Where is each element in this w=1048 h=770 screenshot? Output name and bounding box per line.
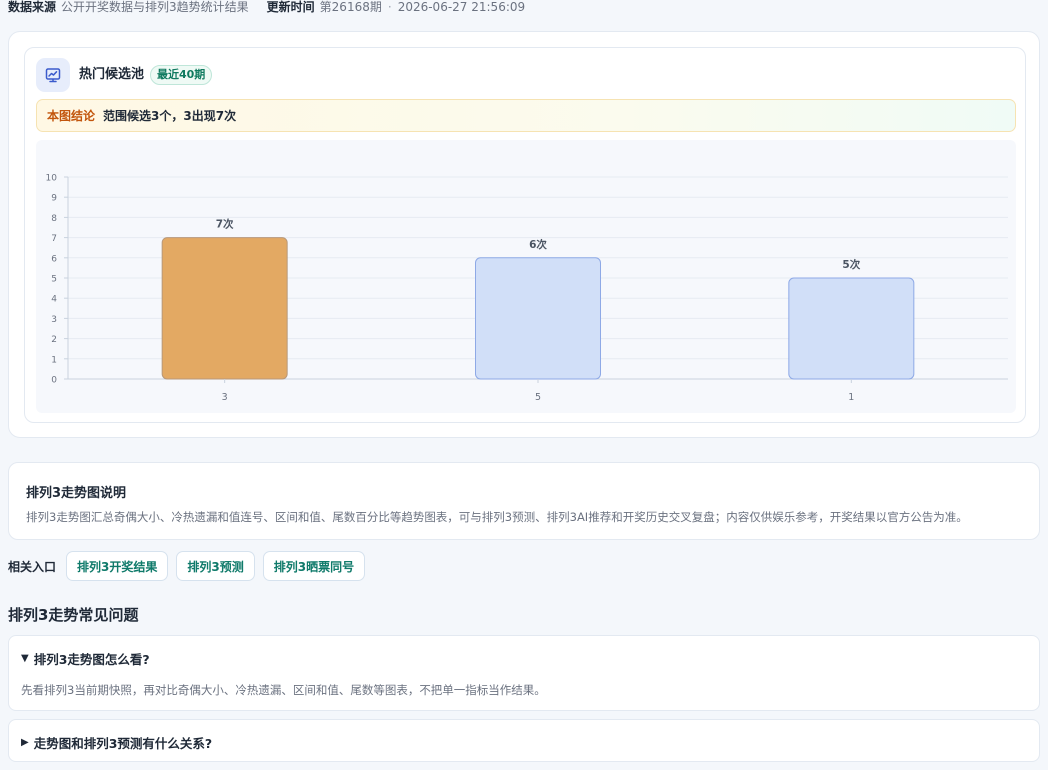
bar-5 <box>475 257 601 380</box>
faq-question[interactable]: ▶ 走势图和排列3预测有什么关系? <box>21 733 212 752</box>
bar-1 <box>788 277 915 380</box>
hot-pool-card: 热门候选池 最近40期 本图结论 范围候选3个，3出现7次 0 1 2 3 4 5 6 7 8 9… <box>24 47 1026 423</box>
issue-number: 第26168期 <box>319 0 382 14</box>
y-tick-label: 0 <box>51 376 57 386</box>
conclusion-text: 范围候选3个，3出现7次 <box>103 109 237 123</box>
x-tick-label: 3 <box>222 392 228 403</box>
faq-question-text: 排列3走势图怎么看? <box>33 652 150 667</box>
hot-pool-bar-chart: 0 1 2 3 4 5 6 7 8 9 10 7次 3 6次 5 5次 1 <box>36 140 1016 413</box>
x-tick-label: 5 <box>535 392 541 403</box>
y-tick-label: 1 <box>51 355 57 365</box>
y-tick-label: 5 <box>51 275 57 285</box>
y-tick-label: 2 <box>51 335 57 345</box>
chart-conclusion: 本图结论 范围候选3个，3出现7次 <box>36 99 1016 132</box>
hot-pool-title: 热门候选池 <box>79 67 145 82</box>
link-draw-results[interactable]: 排列3开奖结果 <box>66 551 169 581</box>
y-tick-label: 10 <box>46 174 58 184</box>
chart-board-icon <box>36 58 70 92</box>
y-tick-label: 8 <box>51 214 57 224</box>
y-tick-label: 3 <box>51 315 57 325</box>
bar-data-label: 7次 <box>216 218 234 231</box>
conclusion-label: 本图结论 <box>47 109 96 123</box>
bar-data-label: 6次 <box>529 238 547 251</box>
source-value: 公开开奖数据与排列3趋势统计结果 <box>61 0 249 14</box>
expanded-triangle-icon: ▼ <box>21 653 29 664</box>
update-label: 更新时间 <box>266 0 315 14</box>
related-links: 相关入口 排列3开奖结果 排列3预测 排列3晒票同号 <box>8 551 373 581</box>
period-badge: 最近40期 <box>150 65 213 85</box>
link-ticket-same-number[interactable]: 排列3晒票同号 <box>262 551 366 581</box>
link-prediction[interactable]: 排列3预测 <box>176 551 255 581</box>
update-time: 2026-06-27 21:56:09 <box>397 0 526 14</box>
meta-separator: · <box>387 0 392 14</box>
y-tick-label: 4 <box>51 295 57 305</box>
x-tick-label: 1 <box>848 392 854 403</box>
faq-question-text: 走势图和排列3预测有什么关系? <box>33 736 213 751</box>
y-tick-label: 9 <box>51 194 57 204</box>
y-tick-label: 7 <box>51 234 57 244</box>
trend-description-card: 排列3走势图说明 排列3走势图汇总奇偶大小、冷热遗漏和值连号、区间和值、尾数百分… <box>8 462 1040 540</box>
faq-question[interactable]: ▼ 排列3走势图怎么看? <box>21 649 150 668</box>
hot-pool-section: 热门候选池 最近40期 本图结论 范围候选3个，3出现7次 0 1 2 3 4 5 6 7 8 9… <box>8 31 1040 438</box>
faq-item-prediction-relation[interactable]: ▶ 走势图和排列3预测有什么关系? <box>8 719 1040 762</box>
description-text: 排列3走势图汇总奇偶大小、冷热遗漏和值连号、区间和值、尾数百分比等趋势图表，可与… <box>26 510 968 524</box>
collapsed-triangle-icon: ▶ <box>21 737 29 748</box>
source-label: 数据来源 <box>8 0 57 14</box>
data-source-bar: 数据来源 公开开奖数据与排列3趋势统计结果 更新时间 第26168期 · 202… <box>8 0 525 14</box>
faq-answer: 先看排列3当前期快照，再对比奇偶大小、冷热遗漏、区间和值、尾数等图表，不把单一指… <box>21 683 546 697</box>
bar-chart-svg: 0 1 2 3 4 5 6 7 8 9 10 7次 3 6次 5 5次 1 <box>46 174 1008 403</box>
bar-data-label: 5次 <box>842 258 860 271</box>
bar-3 <box>161 237 288 380</box>
faq-item-how-to-read[interactable]: ▼ 排列3走势图怎么看? 先看排列3当前期快照，再对比奇偶大小、冷热遗漏、区间和… <box>8 635 1040 711</box>
description-title: 排列3走势图说明 <box>26 486 127 501</box>
y-tick-label: 6 <box>51 254 57 264</box>
faq-heading: 排列3走势常见问题 <box>8 606 139 624</box>
related-links-label: 相关入口 <box>8 559 57 574</box>
